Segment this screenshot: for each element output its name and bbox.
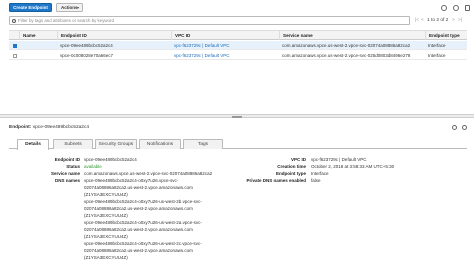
row-checkbox[interactable] bbox=[13, 43, 17, 48]
creation-time-value: October 2, 2018 at 3:58:33 AM UTC+5:30 bbox=[311, 164, 395, 169]
dns-name-line: vpce-09ee489bcbc52a2c4-o0xy7u26-us-west-… bbox=[84, 220, 202, 225]
pagination-text: 1 to 2 of 2 bbox=[427, 18, 449, 23]
status-label: Status bbox=[66, 164, 80, 169]
dns-name-line: vpce-09ee489bcbc52a2c4-o0xy7u26.vpce-svc… bbox=[84, 178, 179, 183]
cell-service-name: com.amazonaws.vpce.us-west-2.vpce-svc-02… bbox=[282, 43, 411, 48]
status-value: available bbox=[84, 164, 102, 169]
actions-label: Actions bbox=[61, 5, 78, 10]
cell-name bbox=[19, 41, 57, 50]
settings-icon[interactable] bbox=[453, 5, 459, 11]
collapse-icon[interactable] bbox=[462, 125, 467, 130]
dns-name-line: (Z1YSA3EXCYUU4Z) bbox=[84, 234, 128, 239]
column-header-service-name[interactable]: Service name bbox=[279, 31, 425, 40]
details-title-value: vpce-09ee489bcbc52a2c4 bbox=[32, 125, 90, 130]
dns-name-line: 02074a08886a82ca2.us-west-2.vpce.amazona… bbox=[84, 248, 193, 253]
tab-security-groups[interactable]: Security Groups bbox=[95, 139, 137, 149]
tab-subnets[interactable]: Subnets bbox=[53, 139, 93, 149]
tab-details[interactable]: Details bbox=[17, 139, 49, 150]
dns-name-line: (Z1YSA3EXCYUU4Z) bbox=[84, 192, 128, 197]
expand-icon[interactable] bbox=[452, 125, 457, 130]
cell-vpc-id-link[interactable]: vpc-f623729c | Default VPC bbox=[171, 41, 279, 50]
next-page-icon[interactable]: > bbox=[452, 17, 455, 24]
endpoint-id-label: Endpoint ID bbox=[54, 157, 80, 162]
create-endpoint-button[interactable]: Create Endpoint bbox=[9, 3, 52, 12]
refresh-icon[interactable] bbox=[441, 5, 447, 11]
first-page-icon[interactable]: |< bbox=[415, 17, 419, 24]
column-header-name[interactable]: Name bbox=[19, 31, 57, 40]
search-icon bbox=[12, 18, 16, 23]
cell-endpoint-id: vpce-09ee489bcbc52a2c4 bbox=[60, 43, 113, 48]
details-title-prefix: Endpoint: bbox=[9, 125, 32, 130]
actions-dropdown[interactable]: Actions bbox=[56, 3, 83, 12]
private-dns-value: false bbox=[311, 178, 321, 183]
tab-notifications[interactable]: Notifications bbox=[139, 139, 181, 149]
dns-name-line: vpce-09ee489bcbc52a2c4-o0xy7u26-us-west-… bbox=[84, 241, 202, 246]
cell-endpoint-id: vpce-0c008028e70a66ec7 bbox=[60, 53, 114, 58]
panel-splitter[interactable] bbox=[0, 114, 474, 118]
table-row[interactable]: vpce-0c008028e70a66ec7 vpc-f623729c | De… bbox=[9, 51, 467, 60]
details-tabs: Details Subnets Security Groups Notifica… bbox=[9, 138, 467, 150]
caret-down-icon bbox=[77, 7, 79, 9]
cell-vpc-id-link[interactable]: vpc-f623729c | Default VPC bbox=[171, 51, 279, 60]
endpoint-type-value: Interface bbox=[311, 171, 329, 176]
dns-name-line: 02074a08886a82ca2.us-west-2.vpce.amazona… bbox=[84, 185, 193, 190]
dns-name-line: (Z1YSA3EXCYUU4Z) bbox=[84, 255, 128, 260]
drag-handle-icon[interactable] bbox=[232, 116, 242, 118]
dns-name-line: vpce-09ee489bcbc52a2c4-o0xy7u26-us-west-… bbox=[84, 199, 202, 204]
column-header-endpoint-type[interactable]: Endpoint type bbox=[425, 31, 467, 40]
dns-name-line: 02074a08886a82ca2.us-west-2.vpce.amazona… bbox=[84, 206, 193, 211]
service-name-label: Service name bbox=[50, 171, 80, 176]
search-input[interactable] bbox=[18, 17, 398, 24]
table-header: Name Endpoint ID VPC ID Service name End… bbox=[9, 30, 467, 40]
cell-service-name: com.amazonaws.vpce.us-west-2.vpce-svc-02… bbox=[282, 53, 411, 58]
last-page-icon[interactable]: >| bbox=[458, 17, 462, 24]
row-checkbox[interactable] bbox=[13, 53, 17, 58]
prev-page-icon[interactable]: < bbox=[421, 17, 424, 24]
creation-time-label: Creation time bbox=[277, 164, 306, 169]
tab-tags[interactable]: Tags bbox=[183, 139, 223, 149]
cell-name bbox=[19, 51, 57, 60]
help-icon[interactable] bbox=[465, 5, 470, 11]
service-name-value: com.amazonaws.vpce.us-west-2.vpce-svc-02… bbox=[84, 171, 213, 176]
details-title: Endpoint: vpce-09ee489bcbc52a2c4 bbox=[9, 125, 89, 130]
dns-names-label: DNS names bbox=[54, 178, 80, 183]
column-header-vpc-id[interactable]: VPC ID bbox=[171, 31, 279, 40]
vpc-id-link[interactable]: vpc-f623729c | Default VPC bbox=[311, 157, 366, 162]
table-row[interactable]: vpce-09ee489bcbc52a2c4 vpc-f623729c | De… bbox=[9, 41, 467, 50]
dns-name-line: 02074a08886a82ca2.us-west-2.vpce.amazona… bbox=[84, 227, 193, 232]
endpoint-id-value: vpce-09ee489bcbc52a2c4 bbox=[84, 157, 137, 162]
filter-bar bbox=[9, 16, 410, 25]
cell-endpoint-type: Interface bbox=[428, 53, 446, 58]
private-dns-label: Private DNS names enabled bbox=[246, 178, 306, 183]
dns-name-line: (Z1YSA3EXCYUU4Z) bbox=[84, 213, 128, 218]
vpc-id-label: VPC ID bbox=[290, 157, 306, 162]
column-header-endpoint-id[interactable]: Endpoint ID bbox=[57, 31, 171, 40]
endpoint-type-label: Endpoint type bbox=[276, 171, 306, 176]
cell-endpoint-type: Interface bbox=[428, 43, 446, 48]
